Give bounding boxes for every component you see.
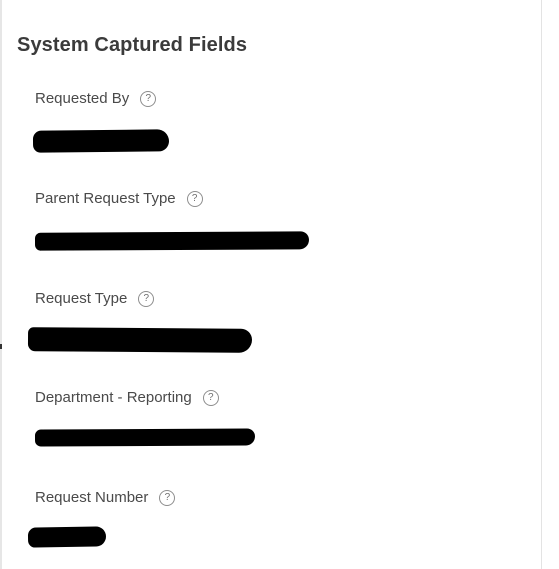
section-title: System Captured Fields	[17, 34, 248, 56]
panel-right-border	[541, 0, 542, 569]
panel-edge-mark	[0, 344, 2, 349]
field-label-text: Requested By	[35, 90, 130, 107]
field-label-requested-by: Requested By ?	[35, 90, 157, 107]
question-circle-icon[interactable]: ?	[159, 489, 176, 506]
redacted-value-requested-by	[32, 129, 170, 153]
field-label-request-number: Request Number ?	[35, 489, 176, 506]
redacted-value-request-type	[27, 327, 253, 353]
field-label-text: Parent Request Type	[35, 190, 176, 207]
field-label-department-reporting: Department - Reporting ?	[35, 389, 219, 406]
redacted-value-parent-request-type	[34, 231, 310, 251]
question-circle-icon[interactable]: ?	[138, 290, 155, 307]
question-circle-icon[interactable]: ?	[202, 389, 219, 406]
question-circle-icon[interactable]: ?	[186, 190, 203, 207]
panel-left-border	[0, 0, 2, 569]
field-label-text: Request Number	[35, 489, 149, 506]
field-label-request-type: Request Type ?	[35, 290, 155, 307]
field-label-text: Department - Reporting	[35, 389, 192, 406]
question-circle-icon[interactable]: ?	[140, 90, 157, 107]
redacted-value-department-reporting	[34, 428, 256, 447]
field-label-text: Request Type	[35, 290, 128, 307]
field-label-parent-request-type: Parent Request Type ?	[35, 190, 203, 207]
redacted-value-request-number	[27, 526, 107, 548]
